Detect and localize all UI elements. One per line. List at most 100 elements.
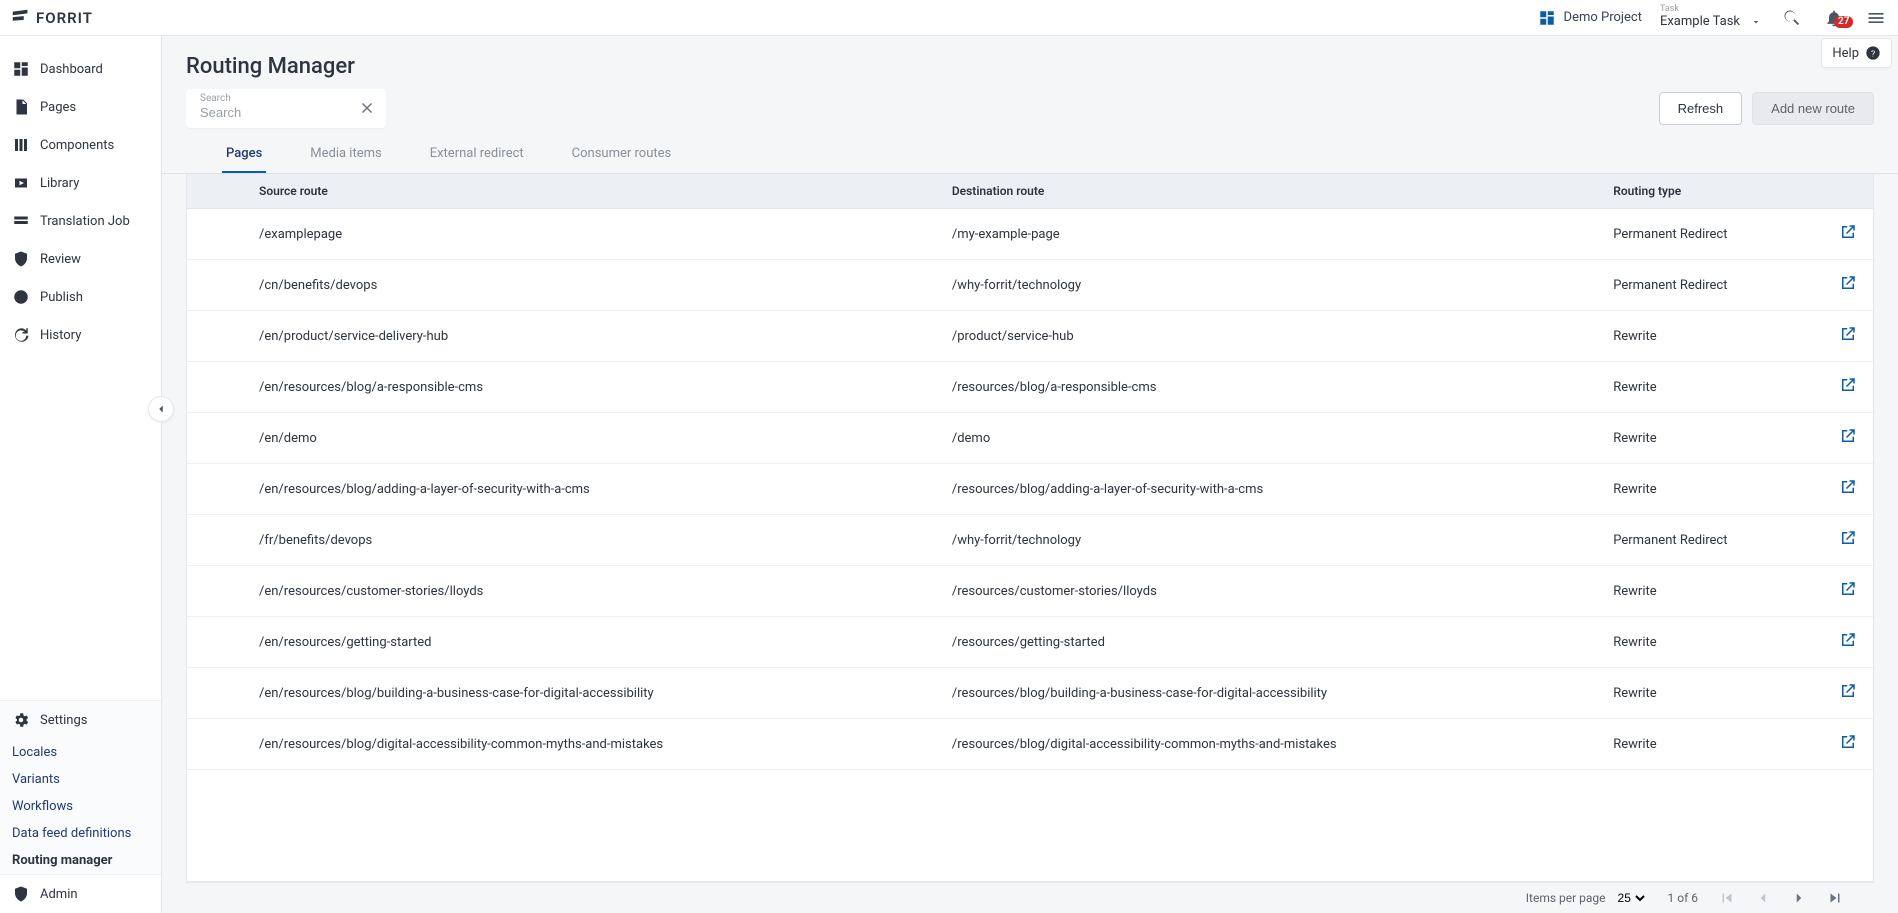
notifications-button[interactable]: 27	[1822, 6, 1846, 30]
sidebar-item-label: Library	[40, 176, 79, 191]
settings-sub-routing[interactable]: Routing manager	[0, 847, 161, 874]
col-type[interactable]: Routing type	[1601, 174, 1825, 209]
library-icon	[12, 174, 30, 192]
project-chip[interactable]: Demo Project	[1538, 9, 1642, 27]
table-row[interactable]: /en/resources/getting-started/resources/…	[187, 617, 1873, 668]
sidebar-item-pages[interactable]: Pages	[0, 88, 161, 126]
page-title: Routing Manager	[186, 54, 1874, 79]
sidebar-item-translation[interactable]: Translation Job	[0, 202, 161, 240]
open-route-button[interactable]	[1839, 529, 1859, 549]
search-field[interactable]: Search	[186, 89, 386, 128]
topbar: FORRIT Demo Project Task Example Task 27	[0, 0, 1898, 36]
help-label: Help	[1832, 46, 1859, 61]
cell-destination: /resources/blog/a-responsible-cms	[940, 362, 1601, 413]
col-destination[interactable]: Destination route	[940, 174, 1601, 209]
tab-pages[interactable]: Pages	[222, 146, 266, 173]
notification-badge: 27	[1834, 16, 1853, 28]
cell-type: Rewrite	[1601, 413, 1825, 464]
sidebar-item-label: Publish	[40, 290, 83, 305]
cell-destination: /resources/customer-stories/lloyds	[940, 566, 1601, 617]
open-route-button[interactable]	[1839, 427, 1859, 447]
search-button[interactable]	[1780, 6, 1804, 30]
cell-source: /cn/benefits/devops	[247, 260, 940, 311]
open-route-button[interactable]	[1839, 376, 1859, 396]
settings-group: Settings Locales Variants Workflows Data…	[0, 700, 161, 874]
cell-destination: /demo	[940, 413, 1601, 464]
tab-media[interactable]: Media items	[306, 146, 385, 173]
table-row[interactable]: /en/product/service-delivery-hub/product…	[187, 311, 1873, 362]
publish-icon	[12, 288, 30, 306]
paginator-last[interactable]	[1826, 889, 1844, 907]
project-label: Demo Project	[1564, 10, 1642, 25]
tab-external[interactable]: External redirect	[426, 146, 528, 173]
cell-destination: /resources/blog/adding-a-layer-of-securi…	[940, 464, 1601, 515]
table-row[interactable]: /en/resources/blog/building-a-business-c…	[187, 668, 1873, 719]
sidebar-item-admin[interactable]: Admin	[0, 874, 161, 913]
add-route-button[interactable]: Add new route	[1752, 92, 1874, 125]
settings-sub-workflows[interactable]: Workflows	[0, 793, 161, 820]
cell-type: Rewrite	[1601, 362, 1825, 413]
table-row[interactable]: /en/resources/blog/adding-a-layer-of-sec…	[187, 464, 1873, 515]
dashboard-icon	[1538, 9, 1556, 27]
table-row[interactable]: /examplepage/my-example-pagePermanent Re…	[187, 209, 1873, 260]
table-row[interactable]: /fr/benefits/devops/why-forrit/technolog…	[187, 515, 1873, 566]
dashboard-icon	[12, 60, 30, 78]
cell-type: Permanent Redirect	[1601, 515, 1825, 566]
items-per-page-select[interactable]: 25	[1614, 890, 1648, 906]
page-range-label: 1 of 6	[1668, 891, 1698, 905]
table-row[interactable]: /en/demo/demoRewrite	[187, 413, 1873, 464]
sidebar-item-components[interactable]: Components	[0, 126, 161, 164]
sidebar: Dashboard Pages Components Library Trans…	[0, 36, 162, 913]
paginator-next[interactable]	[1790, 889, 1808, 907]
sidebar-collapse-button[interactable]	[148, 396, 174, 422]
task-chip[interactable]: Task Example Task	[1660, 5, 1762, 29]
routes-table-wrap[interactable]: Source route Destination route Routing t…	[186, 174, 1874, 882]
open-route-button[interactable]	[1839, 325, 1859, 345]
cell-type: Rewrite	[1601, 617, 1825, 668]
sidebar-item-label: History	[40, 328, 81, 343]
menu-button[interactable]	[1864, 6, 1888, 30]
settings-sub-variants[interactable]: Variants	[0, 766, 161, 793]
table-row[interactable]: /en/resources/blog/digital-accessibility…	[187, 719, 1873, 770]
sidebar-item-publish[interactable]: Publish	[0, 278, 161, 316]
table-row[interactable]: /en/resources/customer-stories/lloyds/re…	[187, 566, 1873, 617]
open-route-button[interactable]	[1839, 274, 1859, 294]
paginator-first[interactable]	[1718, 889, 1736, 907]
table-row[interactable]: /en/resources/blog/a-responsible-cms/res…	[187, 362, 1873, 413]
page-icon	[12, 98, 30, 116]
sidebar-item-label: Pages	[40, 100, 76, 115]
cell-type: Rewrite	[1601, 311, 1825, 362]
routes-table: Source route Destination route Routing t…	[187, 174, 1873, 770]
chevron-left-icon	[1754, 889, 1772, 907]
open-route-button[interactable]	[1839, 223, 1859, 243]
open-route-button[interactable]	[1839, 733, 1859, 753]
sidebar-item-settings[interactable]: Settings	[0, 701, 161, 739]
cell-source: /en/demo	[247, 413, 940, 464]
settings-title-label: Settings	[40, 713, 87, 728]
settings-sub-datafeed[interactable]: Data feed definitions	[0, 820, 161, 847]
shield-icon	[12, 885, 30, 903]
col-source[interactable]: Source route	[247, 174, 940, 209]
close-icon	[358, 99, 376, 117]
help-chip[interactable]: Help ?	[1821, 38, 1892, 68]
sidebar-item-dashboard[interactable]: Dashboard	[0, 50, 161, 88]
tab-consumer[interactable]: Consumer routes	[568, 146, 676, 173]
open-route-button[interactable]	[1839, 682, 1859, 702]
search-clear-button[interactable]	[358, 99, 376, 117]
settings-sub-locales[interactable]: Locales	[0, 739, 161, 766]
cell-type: Rewrite	[1601, 566, 1825, 617]
cell-type: Permanent Redirect	[1601, 209, 1825, 260]
sidebar-item-review[interactable]: Review	[0, 240, 161, 278]
open-route-button[interactable]	[1839, 631, 1859, 651]
sidebar-item-history[interactable]: History	[0, 316, 161, 354]
open-route-button[interactable]	[1839, 478, 1859, 498]
refresh-button[interactable]: Refresh	[1659, 92, 1743, 125]
paginator-prev[interactable]	[1754, 889, 1772, 907]
table-row[interactable]: /cn/benefits/devops/why-forrit/technolog…	[187, 260, 1873, 311]
open-route-button[interactable]	[1839, 580, 1859, 600]
sidebar-item-library[interactable]: Library	[0, 164, 161, 202]
brand-logo[interactable]: FORRIT	[0, 0, 103, 35]
cell-destination: /resources/blog/digital-accessibility-co…	[940, 719, 1601, 770]
cell-destination: /resources/blog/building-a-business-case…	[940, 668, 1601, 719]
tabs: Pages Media items External redirect Cons…	[162, 128, 1898, 174]
